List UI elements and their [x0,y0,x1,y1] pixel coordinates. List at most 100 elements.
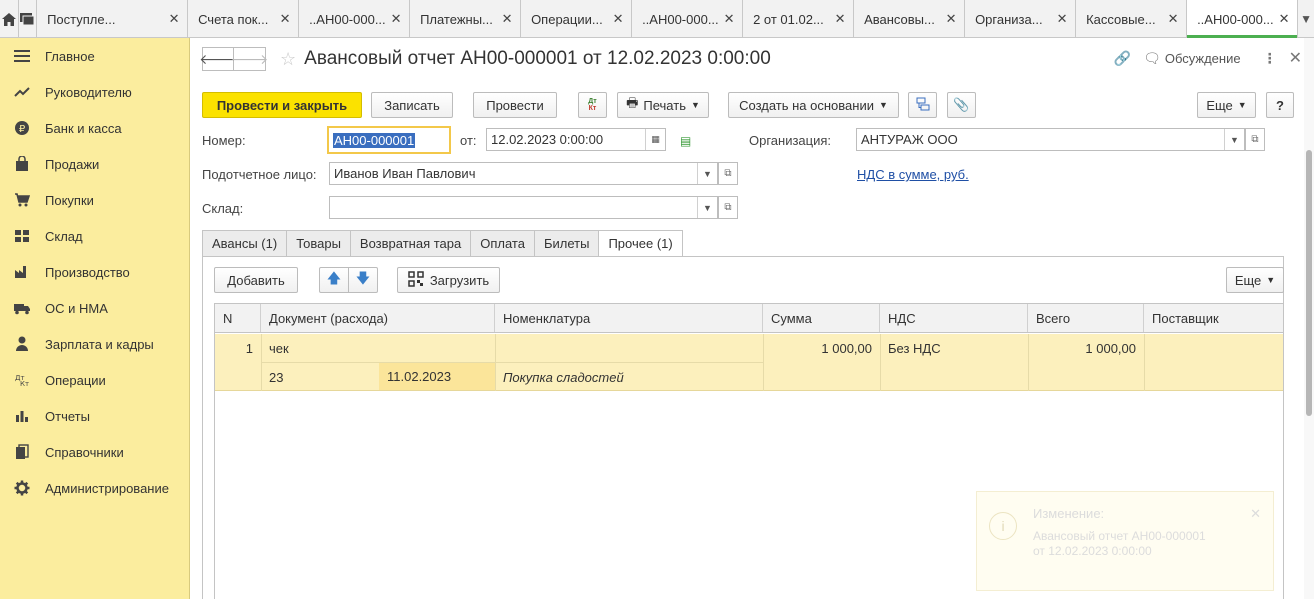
add-row-button[interactable]: Добавить [214,267,298,293]
move-down-button[interactable]: 🡇 [348,267,378,293]
doc-tab-5[interactable]: Прочее (1) [599,230,683,257]
doc-tab-2[interactable]: Возвратная тара [350,230,472,257]
cell-vat[interactable]: Без НДС [880,334,1028,362]
cell-doc-number[interactable]: 23 [261,363,379,391]
more-vertical-icon[interactable]: ⋮ [1263,50,1277,67]
chat-icon[interactable]: 🗨 [1143,50,1161,67]
tab-4[interactable]: Операции... ✕ [521,0,633,38]
tab-0[interactable]: Поступле... ✕ [37,0,189,38]
sidebar-item-5[interactable]: Склад [0,218,189,254]
chevron-down-icon[interactable]: ▼ [1298,0,1314,38]
close-icon[interactable]: ✕ [1166,11,1180,27]
doc-tab-1[interactable]: Товары [287,230,351,257]
sidebar-item-1[interactable]: Руководителю [0,74,189,110]
tab-2[interactable]: ..АН00-000... ✕ [299,0,411,38]
post-and-close-button[interactable]: Провести и закрыть [202,92,362,118]
date-field[interactable]: 12.02.2023 0:00:00 ▦ [486,128,666,151]
close-icon[interactable]: ✕ [278,11,292,27]
cell-supplier[interactable] [1144,334,1283,362]
accountable-person-field[interactable]: Иванов Иван Павлович ▼ [329,162,718,185]
number-field[interactable]: АН00-000001 [327,126,451,154]
close-icon[interactable]: ✕ [389,11,403,27]
home-icon[interactable] [0,0,19,38]
sidebar-item-3[interactable]: Продажи [0,146,189,182]
print-button[interactable]: 🖶 Печать ▼ [617,92,709,118]
col-vat[interactable]: НДС [880,304,1028,332]
cell-nomenclature-note[interactable]: Покупка сладостей [495,363,763,391]
col-n[interactable]: N [215,304,261,332]
chevron-down-icon[interactable]: ▼ [1224,129,1244,150]
close-icon[interactable]: ✕ [1289,48,1302,68]
vat-amount-link[interactable]: НДС в сумме, руб. [857,167,969,182]
change-notification[interactable]: i Изменение: Авансовый отчет АН00-000001… [976,491,1274,591]
chevron-down-icon[interactable]: ▼ [697,163,717,184]
warehouse-field[interactable]: ▼ [329,196,718,219]
tab-8[interactable]: Организа... ✕ [965,0,1077,38]
tab-3[interactable]: Платежны... ✕ [410,0,522,38]
tab-6[interactable]: 2 от 01.02... ✕ [743,0,855,38]
cell-sum[interactable]: 1 000,00 [763,334,880,362]
post-button[interactable]: Провести [473,92,557,118]
back-button[interactable]: 🡐 [199,47,237,71]
col-nomenclature[interactable]: Номенклатура [495,304,763,332]
load-button[interactable]: Загрузить [397,267,500,293]
chevron-down-icon[interactable]: ▼ [697,197,717,218]
doc-tab-3[interactable]: Оплата [471,230,535,257]
structure-button[interactable] [908,92,937,118]
sidebar-item-9[interactable]: Дт Кт Операции [0,362,189,398]
sidebar-item-8[interactable]: Зарплата и кадры [0,326,189,362]
cell-document[interactable]: чек [261,334,495,362]
help-button[interactable]: ? [1266,92,1294,118]
doc-tab-4[interactable]: Билеты [534,230,600,257]
calendar-icon[interactable]: ▦ [645,129,665,150]
vertical-scrollbar[interactable] [1304,38,1314,599]
sidebar-item-11[interactable]: Справочники [0,434,189,470]
close-icon[interactable]: ✕ [833,11,847,27]
col-sum[interactable]: Сумма [763,304,880,332]
tab-7[interactable]: Авансовы... ✕ [854,0,966,38]
cell-nomenclature[interactable] [495,334,763,362]
attach-button[interactable]: 📎 [947,92,976,118]
organization-field[interactable]: АНТУРАЖ ООО ▼ [856,128,1245,151]
col-total[interactable]: Всего [1028,304,1144,332]
discuss-button[interactable]: Обсуждение [1165,51,1241,66]
star-icon[interactable]: ☆ [280,49,296,70]
close-icon[interactable]: ✕ [1277,11,1291,27]
sidebar-item-0[interactable]: Главное [0,38,189,74]
close-icon[interactable]: ✕ [611,11,625,27]
open-person-icon[interactable]: ⧉ [718,162,738,185]
create-based-on-button[interactable]: Создать на основании ▼ [728,92,899,118]
doc-tab-0[interactable]: Авансы (1) [202,230,288,257]
link-icon[interactable]: 🔗 [1114,50,1131,67]
tab-1[interactable]: Счета пок... ✕ [188,0,300,38]
close-icon[interactable]: ✕ [167,11,181,27]
sidebar-item-10[interactable]: Отчеты [0,398,189,434]
tab-9[interactable]: Кассовые... ✕ [1076,0,1188,38]
sidebar-item-6[interactable]: Производство [0,254,189,290]
forward-button[interactable]: 🡒 [231,47,268,71]
col-document[interactable]: Документ (расхода) [261,304,495,332]
close-icon[interactable]: ✕ [722,11,736,27]
sidebar-item-4[interactable]: Покупки [0,182,189,218]
close-icon[interactable]: ✕ [1055,11,1069,27]
sidebar-item-12[interactable]: Администрирование [0,470,189,506]
open-warehouse-icon[interactable]: ⧉ [718,196,738,219]
col-supplier[interactable]: Поставщик [1144,304,1283,332]
open-windows-icon[interactable] [19,0,38,38]
close-icon[interactable]: ✕ [500,11,514,27]
sidebar-item-7[interactable]: ОС и НМА [0,290,189,326]
close-icon[interactable]: ✕ [1250,506,1261,522]
tab-10[interactable]: ..АН00-000... ✕ [1187,0,1299,38]
sidebar-item-2[interactable]: ₽ Банк и касса [0,110,189,146]
dt-kt-button[interactable]: Дт Кт [578,92,607,118]
save-button[interactable]: Записать [371,92,453,118]
move-up-button[interactable]: 🡅 [319,267,349,293]
table-more-button[interactable]: Еще ▼ [1226,267,1284,293]
cell-total[interactable]: 1 000,00 [1028,334,1144,362]
table-row[interactable]: 1 чек 23 11.02.2023 Покупка сладостей 1 … [215,334,1283,391]
open-organization-icon[interactable]: ⧉ [1245,128,1265,151]
more-button[interactable]: Еще ▼ [1197,92,1256,118]
tab-5[interactable]: ..АН00-000... ✕ [632,0,744,38]
close-icon[interactable]: ✕ [944,11,958,27]
scrollbar-thumb[interactable] [1306,150,1312,416]
